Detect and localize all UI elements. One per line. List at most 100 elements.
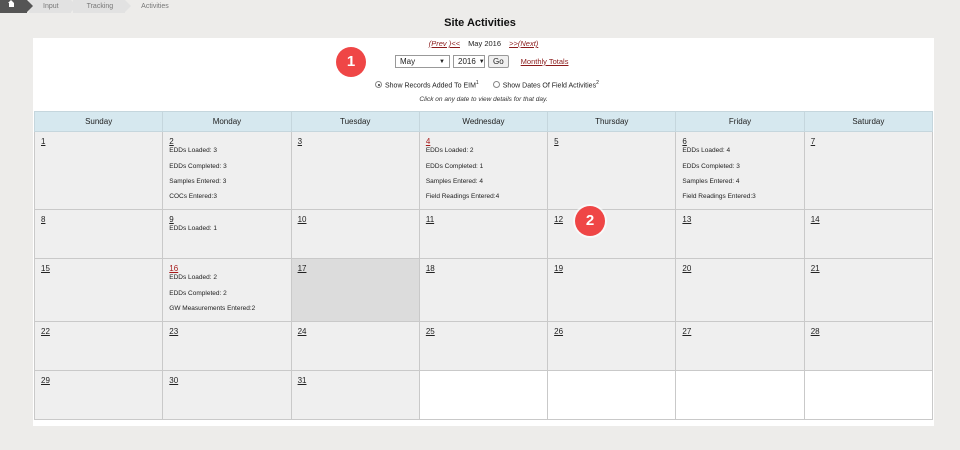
- weekday-header-tuesday: Tuesday: [290, 111, 420, 132]
- calendar-day-cell[interactable]: 2 EDDs Loaded: 3 EDDs Completed: 3 Samples …: [162, 131, 292, 210]
- display-mode-radios: Show Records Added To EIM1 Show Dates Of…: [375, 80, 599, 89]
- calendar-day-cell[interactable]: 6 EDDs Loaded: 4 EDDs Completed: 3 Samples …: [675, 131, 805, 210]
- breadcrumb-tracking[interactable]: Tracking: [72, 0, 131, 13]
- day-number-link[interactable]: 12: [554, 215, 669, 224]
- go-button[interactable]: Go: [488, 55, 509, 68]
- day-number-link[interactable]: 22: [41, 327, 156, 336]
- weekday-header-wednesday: Wednesday: [418, 111, 549, 132]
- calendar-day-cell[interactable]: 27: [675, 321, 805, 371]
- day-number-link[interactable]: 28: [811, 327, 926, 336]
- calendar-day-cell[interactable]: 26: [547, 321, 677, 371]
- day-number-link[interactable]: 10: [298, 215, 413, 224]
- calendar-day-cell[interactable]: 3: [290, 131, 420, 210]
- calendar-day-cell[interactable]: 17: [290, 258, 420, 322]
- radio-records-added[interactable]: Show Records Added To EIM1: [375, 80, 479, 89]
- day-number-link[interactable]: 6: [682, 137, 797, 146]
- chevron-down-icon: ▼: [478, 58, 485, 65]
- activity-entry: Samples Entered: 3: [169, 178, 227, 185]
- calendar-day-cell[interactable]: 13: [675, 209, 805, 259]
- day-number-link[interactable]: 1: [41, 137, 156, 146]
- calendar-day-cell[interactable]: 30: [162, 370, 292, 420]
- day-number-link[interactable]: 11: [426, 215, 541, 224]
- calendar-day-cell[interactable]: 8: [33, 209, 164, 259]
- calendar-day-cell[interactable]: 20: [675, 258, 805, 322]
- weekday-header-thursday: Thursday: [547, 111, 677, 132]
- calendar-day-cell[interactable]: 19: [547, 258, 677, 322]
- breadcrumb-home[interactable]: [0, 0, 33, 13]
- day-number-link[interactable]: 16: [169, 264, 284, 273]
- year-select[interactable]: 2016 ▼: [453, 55, 485, 68]
- activity-entry: EDDs Loaded: 2: [425, 147, 474, 154]
- page-title: Site Activities: [444, 17, 516, 29]
- activity-entry: COCs Entered:3: [169, 193, 217, 200]
- month-select[interactable]: May ▼: [395, 55, 450, 68]
- day-number-link[interactable]: 15: [41, 264, 156, 273]
- breadcrumb: Input Tracking Activities: [0, 0, 183, 13]
- activity-entry: Samples Entered: 4: [425, 178, 483, 185]
- calendar-day-cell[interactable]: 25: [418, 321, 549, 371]
- day-number-link[interactable]: 27: [682, 327, 797, 336]
- day-number-link[interactable]: 9: [169, 215, 284, 224]
- radio-field-activities[interactable]: Show Dates Of Field Activities2: [492, 80, 599, 89]
- month-select-value: May: [400, 57, 416, 66]
- calendar-day-cell[interactable]: 11: [418, 209, 549, 259]
- calendar-day-cell[interactable]: 29: [33, 370, 164, 420]
- calendar-day-cell[interactable]: 9 EDDs Loaded: 1: [162, 209, 292, 259]
- calendar-day-cell[interactable]: 14: [803, 209, 934, 259]
- calendar-day-cell[interactable]: 21: [803, 258, 934, 322]
- month-nav: (Prev )<< May 2016 >>(Next): [33, 39, 934, 48]
- radio-records-added-label: Show Records Added To EIM1: [385, 80, 479, 90]
- day-number-link[interactable]: 20: [682, 264, 797, 273]
- day-number-link[interactable]: 13: [682, 215, 797, 224]
- calendar-day-cell[interactable]: 24: [290, 321, 420, 371]
- home-icon: [8, 0, 15, 9]
- radio-button-selected[interactable]: [375, 81, 382, 89]
- day-number-link[interactable]: 26: [554, 327, 669, 336]
- day-number-link[interactable]: 8: [41, 215, 156, 224]
- day-number-link[interactable]: 14: [811, 215, 926, 224]
- calendar-empty-cell: [418, 370, 549, 420]
- day-number-link[interactable]: 18: [426, 264, 541, 273]
- calendar-day-cell[interactable]: 28: [803, 321, 934, 371]
- breadcrumb-input[interactable]: Input: [29, 0, 77, 13]
- day-number-link[interactable]: 3: [298, 137, 413, 146]
- day-number-link[interactable]: 30: [169, 376, 284, 385]
- calendar-day-cell[interactable]: 1: [33, 131, 164, 210]
- calendar-day-cell[interactable]: 16 EDDs Loaded: 2 EDDs Completed: 2 GW Meas…: [162, 258, 292, 322]
- calendar-empty-cell: [675, 370, 805, 420]
- day-number-link[interactable]: 29: [41, 376, 156, 385]
- calendar-day-cell[interactable]: 7: [803, 131, 934, 210]
- calendar-day-cell[interactable]: 18: [418, 258, 549, 322]
- activity-entry: EDDs Completed: 3: [682, 163, 740, 170]
- breadcrumb-activities: Activities: [141, 3, 169, 10]
- next-month-link[interactable]: >>(Next): [509, 39, 538, 48]
- calendar-day-cell[interactable]: 15: [33, 258, 164, 322]
- radio-button[interactable]: [492, 81, 500, 89]
- calendar-week-row: 29 30 31: [33, 370, 934, 420]
- calendar-day-cell[interactable]: 22: [33, 321, 164, 371]
- day-number-link[interactable]: 25: [426, 327, 541, 336]
- calendar-day-cell[interactable]: 23: [162, 321, 292, 371]
- weekday-header-friday: Friday: [675, 111, 805, 132]
- calendar-day-cell[interactable]: 31: [290, 370, 420, 420]
- calendar-day-cell[interactable]: 10: [290, 209, 420, 259]
- monthly-totals-link[interactable]: Monthly Totals: [521, 57, 569, 66]
- calendar-grid: Sunday Monday Tuesday Wednesday Thursday Frid…: [33, 111, 934, 420]
- day-number-link[interactable]: 2: [169, 137, 284, 146]
- calendar-day-cell[interactable]: 5: [547, 131, 677, 210]
- calendar-day-cell[interactable]: 12: [547, 209, 677, 259]
- activity-entry: EDDs Loaded: 3: [169, 147, 217, 154]
- day-number-link[interactable]: 5: [554, 137, 669, 146]
- day-number-link[interactable]: 23: [169, 327, 284, 336]
- day-number-link[interactable]: 4: [426, 137, 541, 146]
- day-number-link[interactable]: 19: [554, 264, 669, 273]
- prev-month-link[interactable]: (Prev )<<: [429, 39, 460, 48]
- annotation-marker-2: 2: [575, 206, 605, 236]
- day-number-link[interactable]: 7: [811, 137, 926, 146]
- day-number-link[interactable]: 17: [298, 264, 413, 273]
- calendar-day-cell[interactable]: 4 EDDs Loaded: 2 EDDs Completed: 1 Samples …: [418, 131, 549, 210]
- calendar-hint: Click on any date to view details for th…: [419, 96, 548, 103]
- day-number-link[interactable]: 31: [298, 376, 413, 385]
- day-number-link[interactable]: 21: [811, 264, 926, 273]
- day-number-link[interactable]: 24: [298, 327, 413, 336]
